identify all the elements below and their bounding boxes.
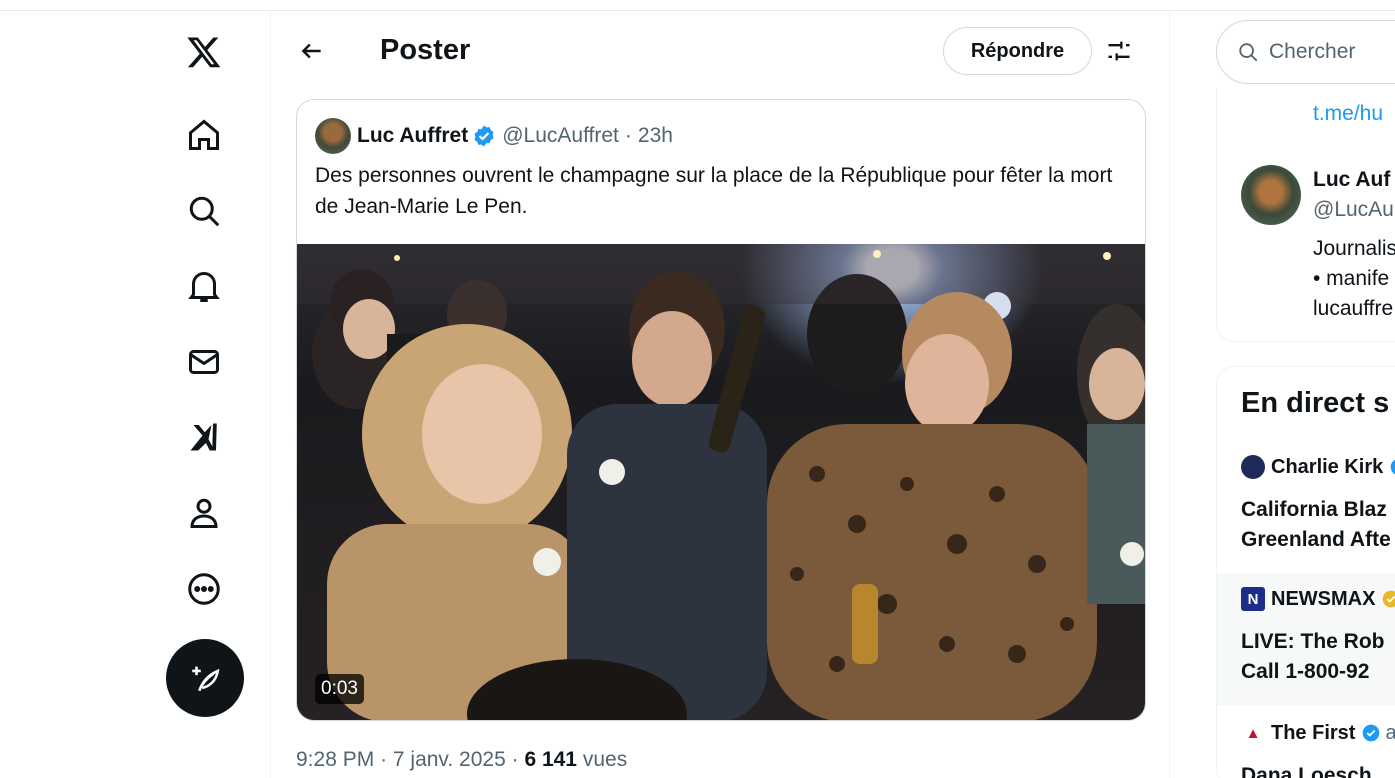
newsmax-logo-icon: N [1241,587,1265,611]
live-item-header: Charlie Kirk [1241,455,1395,479]
home-icon[interactable] [174,105,234,165]
verified-badge-icon [1361,723,1381,743]
account-avatar [1241,455,1265,479]
page-title: Poster [380,34,471,66]
live-account-name: Charlie Kirk [1271,455,1384,478]
profile-bio-line: Journalis [1313,237,1395,260]
post-metadata: 9:28 PM · 7 janv. 2025 · 6 141 vues [296,748,628,771]
verified-badge-icon [472,124,496,148]
post-date[interactable]: 7 janv. 2025 [393,748,506,771]
live-account-name: NEWSMAX [1271,587,1376,610]
post-text: Des personnes ouvrent le champagne sur l… [315,164,1113,218]
profile-handle[interactable]: @LucAu [1313,198,1394,222]
video-frame-image [297,244,1145,720]
quoted-post-card[interactable]: Luc Auffret @LucAuffret · 23h Des person… [296,99,1146,721]
main-column: Poster Répondre Luc Auffret @LucAuffret … [272,12,1170,778]
live-item[interactable]: ▲ The First a Dana Loesch [1217,721,1395,778]
author-name[interactable]: Luc Auffret [357,124,468,148]
sliders-icon [1108,41,1130,61]
search-icon[interactable] [174,181,234,241]
reply-button[interactable]: Répondre [943,27,1092,75]
profile-icon[interactable] [174,483,234,543]
author-profile-card: t.me/hu Luc Auf @LucAu Journalis • manif… [1216,88,1395,342]
x-logo-icon[interactable] [174,22,234,82]
video-duration: 0:03 [315,674,364,704]
views-label: vues [582,748,628,771]
grok-icon[interactable] [174,407,234,467]
right-sidebar: t.me/hu Luc Auf @LucAu Journalis • manif… [1171,12,1395,778]
live-item-title: LIVE: The Rob [1241,630,1385,653]
avatar[interactable] [315,118,351,154]
live-now-section: En direct s Charlie Kirk California Blaz… [1216,366,1395,778]
sidebar-nav [0,12,271,778]
arrow-left-icon [301,43,321,59]
post-time[interactable]: 9:28 PM [296,748,374,771]
section-title: En direct s [1241,387,1390,419]
separator-dot: · [624,124,632,147]
profile-bio-line: • manife [1313,267,1390,290]
profile-name[interactable]: Luc Auf [1313,168,1390,192]
live-item-title: Dana Loesch [1241,764,1372,778]
quill-plus-icon [192,666,220,692]
live-item[interactable]: N NEWSMAX LIVE: The Rob Call 1-800-92 [1217,573,1395,705]
back-button[interactable] [292,31,332,71]
post-header: Poster Répondre [272,12,1170,90]
gold-verified-badge-icon [1381,589,1395,609]
live-item-title: Call 1-800-92 [1241,660,1370,683]
profile-bio-line: lucauffre [1313,297,1394,320]
quoted-post-header: Luc Auffret @LucAuffret · 23h [315,118,673,154]
messages-envelope-icon[interactable] [174,332,234,392]
the-first-logo-icon: ▲ [1241,721,1265,745]
search-input[interactable] [1269,40,1395,64]
search-icon [1239,43,1258,62]
filter-settings-button[interactable] [1100,32,1138,70]
live-item-header: ▲ The First a [1241,721,1395,745]
live-item-extra: a [1385,721,1395,744]
live-item[interactable]: Charlie Kirk California Blaz Greenland A… [1217,455,1395,567]
browser-top-edge [0,0,1395,11]
avatar[interactable] [1241,165,1301,225]
profile-bio: Journalis • manife lucauffre [1313,234,1395,324]
profile-link[interactable]: t.me/hu [1313,102,1383,126]
live-item-header: N NEWSMAX [1241,587,1395,611]
author-handle[interactable]: @LucAuffret [502,124,619,148]
video-player[interactable]: 0:03 [297,244,1145,720]
verified-badge-icon [1389,457,1395,477]
more-options-icon[interactable] [174,559,234,619]
notifications-bell-icon[interactable] [174,257,234,317]
live-account-name: The First [1271,721,1356,744]
compose-post-button[interactable] [166,639,244,717]
post-time-ago[interactable]: 23h [638,124,673,148]
views-count: 6 141 [524,748,577,771]
live-item-title: California Blaz [1241,498,1387,521]
live-item-title: Greenland Afte [1241,528,1391,551]
search-box[interactable] [1216,20,1395,84]
